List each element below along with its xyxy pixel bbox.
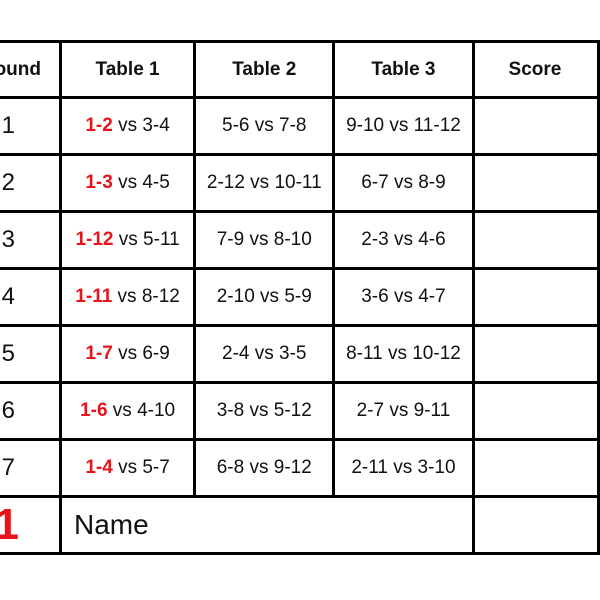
- table-2-match: 5-6 vs 7-8: [193, 96, 336, 156]
- round-robin-table: Round Table 1 Table 2 Table 3 Score 11-2…: [0, 40, 600, 555]
- opponent-pair: vs 4-10: [107, 400, 176, 421]
- table-row: 5 1-7 vs 6-9 2-4 vs 3-5 8-11 vs 10-12: [0, 324, 600, 384]
- table-3-match: 2-11 vs 3-10: [332, 438, 475, 498]
- schedule-sheet: Round Table 1 Table 2 Table 3 Score 11-2…: [0, 40, 600, 555]
- table-1-match: 1-4 vs 5-7: [58, 438, 197, 498]
- score-cell[interactable]: [471, 324, 600, 384]
- table-1-match: 1-3 vs 4-5: [58, 153, 197, 213]
- header-table-1: Table 1: [58, 40, 197, 99]
- table-2-match: 2-10 vs 5-9: [193, 267, 336, 327]
- header-table-3: Table 3: [332, 40, 475, 99]
- table-row: 3 1-12 vs 5-11 7-9 vs 8-10 2-3 vs 4-6: [0, 210, 600, 270]
- name-row: 1 Name: [0, 495, 600, 555]
- table-3-match: 3-6 vs 4-7: [332, 267, 475, 327]
- table-2-match: 6-8 vs 9-12: [193, 438, 336, 498]
- table-row: 4 1-11 vs 8-12 2-10 vs 5-9 3-6 vs 4-7: [0, 267, 600, 327]
- header-table-2: Table 2: [193, 40, 336, 99]
- round-number: 4: [0, 267, 62, 327]
- score-cell[interactable]: [471, 381, 600, 441]
- table-2-match: 2-12 vs 10-11: [193, 153, 336, 213]
- lead-pair: 1-6: [80, 400, 108, 421]
- table-row: 6 1-6 vs 4-10 3-8 vs 5-12 2-7 vs 9-11: [0, 381, 600, 441]
- round-number: 7: [0, 438, 62, 498]
- name-label: Name: [74, 509, 149, 540]
- score-cell[interactable]: [471, 267, 600, 327]
- round-number: 1: [0, 96, 62, 156]
- opponent-pair: vs 4-5: [112, 172, 170, 193]
- table-2-match: 7-9 vs 8-10: [193, 210, 336, 270]
- opponent-pair: vs 8-12: [112, 286, 180, 307]
- lead-pair: 1-4: [85, 457, 113, 478]
- table-2-match: 2-4 vs 3-5: [193, 324, 336, 384]
- table-1-match: 1-11 vs 8-12: [58, 267, 197, 327]
- round-number: 3: [0, 210, 62, 270]
- score-cell[interactable]: [471, 96, 600, 156]
- round-number: 2: [0, 153, 62, 213]
- name-field[interactable]: Name: [59, 495, 475, 555]
- table-1-match: 1-12 vs 5-11: [58, 210, 197, 270]
- score-cell[interactable]: [471, 438, 600, 498]
- opponent-pair: vs 5-7: [112, 457, 170, 478]
- lead-pair: 1-3: [85, 172, 113, 193]
- lead-pair: 1-12: [75, 229, 114, 250]
- lead-pair: 1-11: [75, 286, 113, 307]
- table-1-match: 1-2 vs 3-4: [58, 96, 197, 156]
- header-score: Score: [471, 40, 600, 99]
- round-number: 6: [0, 381, 62, 441]
- table-row: 2 1-3 vs 4-5 2-12 vs 10-11 6-7 vs 8-9: [0, 153, 600, 213]
- table-1-match: 1-7 vs 6-9: [58, 324, 197, 384]
- table-3-match: 8-11 vs 10-12: [332, 324, 475, 384]
- total-score-cell[interactable]: [471, 495, 600, 555]
- header-row: Round Table 1 Table 2 Table 3 Score: [0, 40, 600, 99]
- opponent-pair: vs 5-11: [113, 229, 180, 250]
- table-2-match: 3-8 vs 5-12: [193, 381, 336, 441]
- table-3-match: 9-10 vs 11-12: [332, 96, 475, 156]
- lead-pair: 1-2: [85, 115, 113, 136]
- header-round: Round: [0, 40, 62, 99]
- table-3-match: 6-7 vs 8-9: [332, 153, 475, 213]
- opponent-pair: vs 6-9: [112, 343, 170, 364]
- score-cell[interactable]: [471, 210, 600, 270]
- table-row: 1 1-2 vs 3-4 5-6 vs 7-8 9-10 vs 11-12: [0, 96, 600, 156]
- opponent-pair: vs 3-4: [112, 115, 170, 136]
- score-cell[interactable]: [471, 153, 600, 213]
- round-number: 5: [0, 324, 62, 384]
- table-3-match: 2-3 vs 4-6: [332, 210, 475, 270]
- player-number: 1: [0, 495, 62, 555]
- lead-pair: 1-7: [85, 343, 113, 364]
- table-1-match: 1-6 vs 4-10: [58, 381, 197, 441]
- table-3-match: 2-7 vs 9-11: [332, 381, 475, 441]
- table-row: 7 1-4 vs 5-7 6-8 vs 9-12 2-11 vs 3-10: [0, 438, 600, 498]
